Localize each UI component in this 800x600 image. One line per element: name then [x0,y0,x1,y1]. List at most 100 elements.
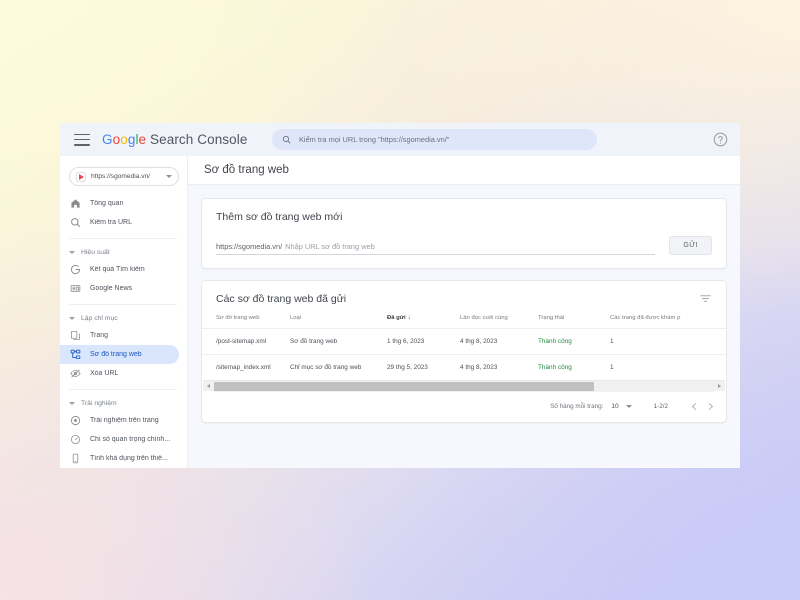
divider [69,238,177,239]
previous-page-button[interactable] [688,399,702,413]
sidebar-item-overview[interactable]: Tổng quan [60,194,179,213]
home-icon [69,198,81,210]
table-row[interactable]: /post-sitemap.xml Sơ đồ trang web 1 thg … [202,328,726,355]
divider [69,389,177,390]
cell-submitted: 29 thg 5, 2023 [387,354,460,380]
horizontal-scrollbar[interactable] [203,380,725,392]
cell-sitemap: /post-sitemap.xml [202,328,290,355]
sort-arrow-down-icon: ↓ [407,315,411,321]
sidebar-item-search-results[interactable]: Kết quả Tìm kiếm [60,260,179,279]
sidebar-item-mobile-usability[interactable]: Tính khả dụng trên thiế... [60,449,179,468]
submitted-sitemaps-title: Các sơ đồ trang web đã gửi [216,292,347,305]
sidebar-item-google-news[interactable]: Google News [60,279,179,298]
app-body: https://sgomedia.vn/ Tổng quan Kiểm tra … [60,156,740,468]
add-sitemap-title: Thêm sơ đồ trang web mới [216,211,343,223]
table-row[interactable]: /sitemap_index.xml Chỉ mục sơ đồ trang w… [202,354,726,380]
table-pagination: Số hàng mỗi trang: 10 1-2/2 [202,391,726,422]
add-sitemap-card: Thêm sơ đồ trang web mới https://sgomedi… [201,198,727,269]
chevron-down-icon [166,175,172,178]
chevron-left-icon [691,402,699,410]
next-page-button[interactable] [702,399,716,413]
sidebar-item-pages[interactable]: Trang [60,326,179,345]
top-app-bar: Google Search Console Kiểm tra mọi URL t… [60,123,740,156]
cell-type: Sơ đồ trang web [290,328,387,355]
cell-discovered: 1 [610,354,726,380]
sidebar-item-url-inspection[interactable]: Kiểm tra URL [60,213,179,232]
rows-per-page-label: Số hàng mỗi trang: [550,402,604,410]
mobile-device-icon [69,453,81,465]
property-selector[interactable]: https://sgomedia.vn/ [69,167,179,186]
cell-discovered: 1 [610,328,726,355]
column-header-sitemap[interactable]: Sơ đồ trang web [202,315,290,329]
scrollbar-thumb[interactable] [214,381,594,391]
target-icon [69,415,81,427]
sidebar-group-label: Trải nghiệm [81,399,117,407]
chevron-down-icon [69,316,75,320]
property-label: https://sgomedia.vn/ [91,173,151,180]
rows-per-page-value: 10 [611,402,619,410]
pagination-range: 1-2/2 [653,402,668,410]
cell-sitemap: /sitemap_index.xml [202,354,290,380]
product-name: Search Console [150,132,248,147]
filter-icon[interactable] [699,292,712,305]
search-icon [69,217,81,229]
sidebar-nav: https://sgomedia.vn/ Tổng quan Kiểm tra … [60,156,188,468]
page-title: Sơ đồ trang web [204,164,289,176]
cards-container: Thêm sơ đồ trang web mới https://sgomedi… [188,185,740,423]
search-placeholder-text: Kiểm tra mọi URL trong "https://sgomedia… [299,135,450,144]
sidebar-item-label: Kiểm tra URL [90,219,133,226]
sidebar-item-label: Tính khả dụng trên thiế... [90,455,168,462]
sidebar-item-label: Sơ đồ trang web [90,351,142,358]
search-console-window: Google Search Console Kiểm tra mọi URL t… [60,123,740,468]
sidebar-item-core-web-vitals[interactable]: Chỉ số quan trọng chính... [60,430,179,449]
scroll-left-arrow[interactable] [203,381,214,392]
sidebar-item-label: Tổng quan [90,200,124,207]
speedometer-icon [69,434,81,446]
google-g-icon [69,264,81,276]
scroll-right-arrow[interactable] [714,381,725,392]
url-inspection-search[interactable]: Kiểm tra mọi URL trong "https://sgomedia… [272,129,597,150]
column-header-status[interactable]: Trạng thái [538,315,610,329]
column-header-last-read[interactable]: Lần đọc cuối cùng [460,315,538,329]
table-header-row: Sơ đồ trang web Loại Đã gửi ↓ Lần đọc cuố… [202,315,726,329]
sidebar-group-label: Hiệu suất [81,248,110,256]
column-header-submitted[interactable]: Đã gửi ↓ [387,315,460,329]
sidebar-item-label: Chỉ số quan trọng chính... [90,436,171,443]
sitemap-url-field[interactable]: https://sgomedia.vn/ [216,242,656,255]
cell-type: Chỉ mục sơ đồ trang web [290,354,387,380]
sitemap-icon [69,349,81,361]
column-header-type[interactable]: Loại [290,315,387,329]
submit-sitemap-button[interactable]: GỬI [669,236,712,255]
cell-status: Thành công [538,354,610,380]
chevron-down-icon [625,404,632,408]
pages-icon [69,330,81,342]
sidebar-item-label: Trải nghiệm trên trang [90,417,159,424]
sidebar-group-performance[interactable]: Hiệu suất [60,244,187,260]
sidebar-item-label: Trang [90,332,109,339]
chevron-down-icon [69,401,75,405]
cell-last-read: 4 thg 8, 2023 [460,354,538,380]
cell-last-read: 4 thg 8, 2023 [460,328,538,355]
help-circle-icon[interactable] [713,132,728,147]
sidebar-item-removals[interactable]: Xóa URL [60,364,179,383]
sitemap-url-input[interactable] [285,242,656,251]
sidebar-group-experience[interactable]: Trải nghiệm [60,395,187,411]
sidebar-item-page-experience[interactable]: Trải nghiệm trên trang [60,411,179,430]
column-header-discovered[interactable]: Các trang đã được khám p [610,315,726,329]
hamburger-menu-icon[interactable] [74,133,90,146]
newspaper-icon [69,283,81,295]
scrollbar-track[interactable] [214,380,714,392]
chevron-down-icon [69,250,75,254]
chevron-right-icon [705,402,713,410]
cell-status: Thành công [538,328,610,355]
sidebar-group-indexing[interactable]: Lập chỉ mục [60,310,187,326]
rows-per-page-select[interactable]: 10 [611,402,632,410]
submitted-sitemaps-card: Các sơ đồ trang web đã gửi Sơ đồ trang w… [201,280,727,423]
submitted-sitemaps-header: Các sơ đồ trang web đã gửi [202,281,726,315]
column-label: Đã gửi [387,315,406,321]
sidebar-item-label: Kết quả Tìm kiếm [90,266,145,273]
sidebar-item-sitemaps[interactable]: Sơ đồ trang web [60,345,179,364]
eye-off-icon [69,368,81,380]
sitemaps-table: Sơ đồ trang web Loại Đã gửi ↓ Lần đọc cuố… [202,315,726,380]
brand-logo: Google Search Console [102,132,248,147]
